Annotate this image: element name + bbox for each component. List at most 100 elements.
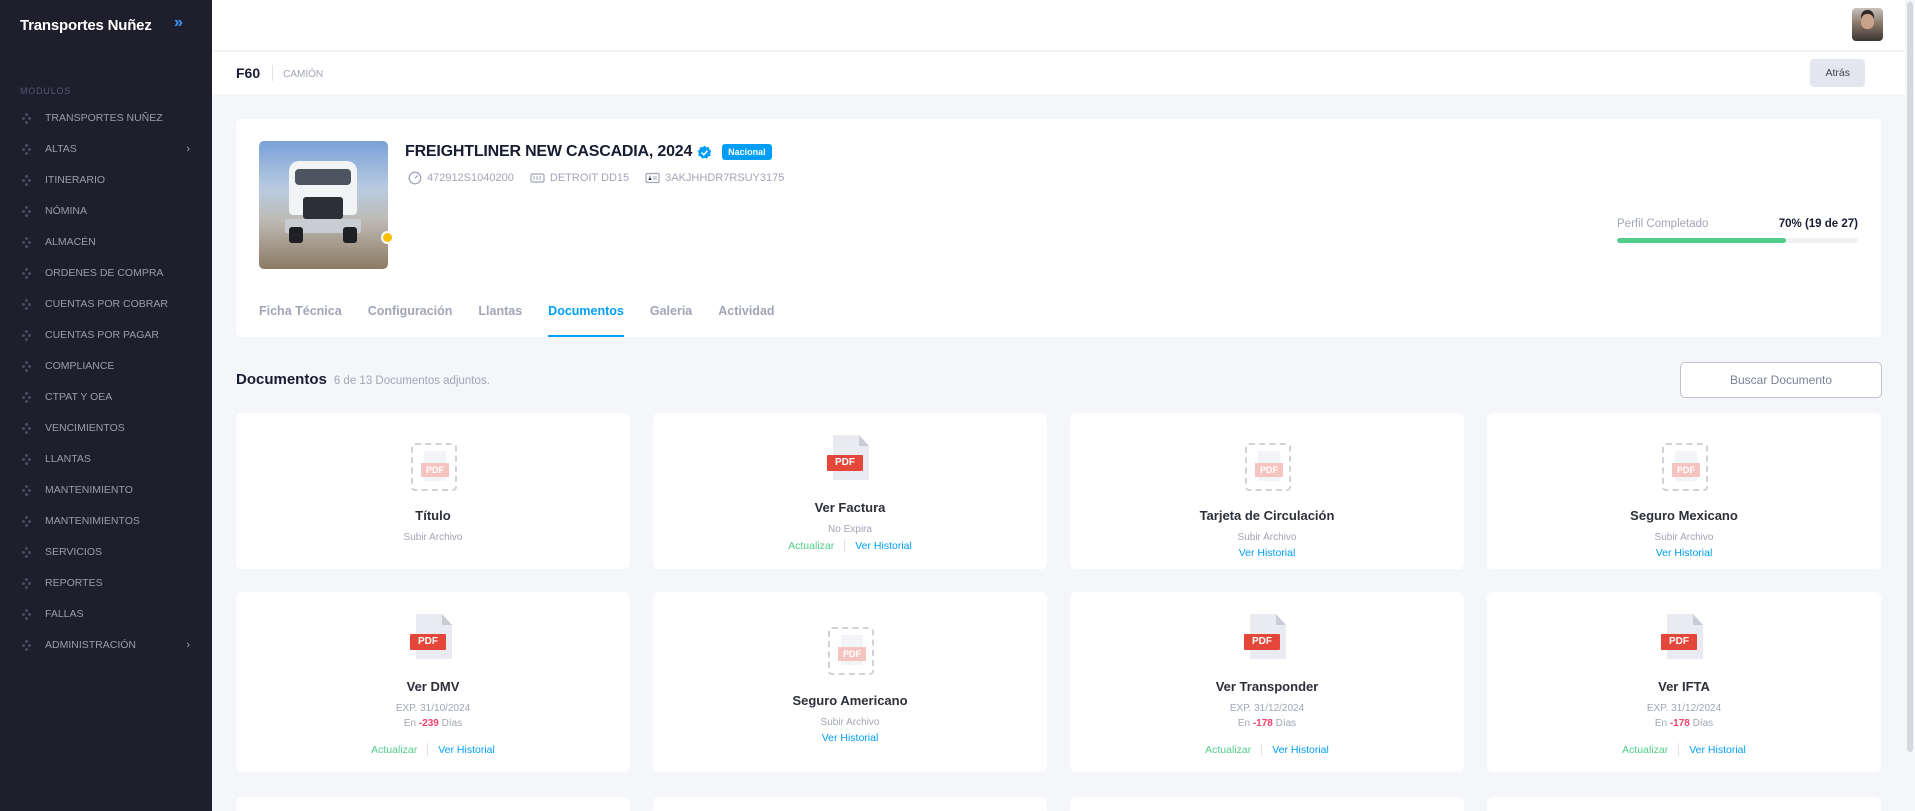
- sidebar-item[interactable]: NÓMINA: [0, 195, 212, 226]
- vehicle-photo[interactable]: [259, 141, 388, 269]
- page-title: F60: [236, 65, 261, 81]
- document-status[interactable]: Subir Archivo: [653, 717, 1047, 728]
- pdf-file-icon[interactable]: PDF: [827, 435, 873, 483]
- pdf-placeholder-icon[interactable]: PDF: [410, 443, 457, 491]
- sidebar-item-label: ALMACÉN: [45, 235, 96, 248]
- sidebar-item-label: ITINERARIO: [45, 173, 106, 186]
- bullet-icon: [22, 112, 32, 124]
- document-card[interactable]: PDF Tarjeta de Circulación Subir Archivo Ve…: [1070, 413, 1464, 569]
- progress-label: Perfil Completado: [1617, 218, 1709, 230]
- sidebar-item[interactable]: MANTENIMIENTO: [0, 474, 212, 505]
- sidebar-item[interactable]: ORDENES DE COMPRA: [0, 257, 212, 288]
- pdf-placeholder-icon[interactable]: PDF: [1661, 443, 1708, 491]
- pdf-placeholder-icon[interactable]: PDF: [827, 627, 874, 675]
- document-status[interactable]: Subir Archivo: [236, 532, 630, 543]
- avatar[interactable]: [1852, 8, 1883, 41]
- history-link[interactable]: Ver Historial: [1239, 547, 1296, 559]
- update-link[interactable]: Actualizar: [788, 540, 834, 552]
- bullet-icon: [22, 329, 32, 341]
- odometer-item: 472912S1040200: [408, 171, 514, 185]
- divider: [1678, 743, 1680, 756]
- vin-item: 3AKJHHDR7RSUY3175: [645, 172, 784, 184]
- bullet-icon: [22, 174, 32, 186]
- sidebar-item-label: CTPAT Y OEA: [45, 390, 113, 403]
- vehicle-type: CAMIÓN: [283, 69, 324, 80]
- sidebar-item-label: ALTAS: [45, 142, 77, 155]
- scrollbar-thumb[interactable]: [1907, 2, 1913, 752]
- sidebar-item-label: FALLAS: [45, 607, 84, 620]
- sidebar-item-label: MANTENIMIENTOS: [45, 514, 140, 527]
- sidebar: Transportes Nuñez » MODULOS TRANSPORTES …: [0, 0, 212, 811]
- sidebar-item[interactable]: CUENTAS POR PAGAR: [0, 319, 212, 350]
- update-link[interactable]: Actualizar: [371, 744, 417, 756]
- document-card[interactable]: PDF Seguro Mexicano Subir Archivo Ver Histo…: [1487, 413, 1881, 569]
- document-card[interactable]: PDF Ver Factura No Expira Actualizar Ver His…: [653, 413, 1047, 569]
- update-link[interactable]: Actualizar: [1205, 744, 1251, 756]
- history-link[interactable]: Ver Historial: [822, 732, 879, 744]
- sidebar-item[interactable]: ALTAS ›: [0, 133, 212, 164]
- tab[interactable]: Llantas: [478, 299, 522, 337]
- pdf-file-icon[interactable]: PDF: [1661, 614, 1707, 662]
- divider: [427, 743, 429, 756]
- scrollbar[interactable]: [1905, 0, 1915, 811]
- search-document-button[interactable]: Buscar Documento: [1680, 362, 1882, 398]
- engine-icon: [530, 173, 545, 183]
- history-link[interactable]: Ver Historial: [1656, 547, 1713, 559]
- history-link[interactable]: Ver Historial: [855, 540, 912, 552]
- sidebar-item[interactable]: ADMINISTRACIÓN ›: [0, 629, 212, 660]
- status-dot: [381, 231, 394, 244]
- documents-summary: 6 de 13 Documentos adjuntos.: [333, 375, 490, 387]
- tab[interactable]: Documentos: [548, 299, 624, 337]
- sidebar-item[interactable]: SERVICIOS: [0, 536, 212, 567]
- document-card[interactable]: PDF Seguro Americano Subir Archivo Ver Hist…: [653, 592, 1047, 772]
- document-card[interactable]: PDF Ver DMV EXP. 31/10/2024 En -239 Días Act…: [236, 592, 630, 772]
- pdf-file-icon[interactable]: PDF: [410, 614, 456, 662]
- sidebar-item[interactable]: VENCIMIENTOS: [0, 412, 212, 443]
- sidebar-item[interactable]: ALMACÉN: [0, 226, 212, 257]
- update-link[interactable]: Actualizar: [1622, 744, 1668, 756]
- sidebar-item[interactable]: REPORTES: [0, 567, 212, 598]
- history-link[interactable]: Ver Historial: [1272, 744, 1329, 756]
- sidebar-item[interactable]: TRANSPORTES NUÑEZ: [0, 102, 212, 133]
- tab[interactable]: Ficha Técnica: [259, 299, 342, 337]
- bullet-icon: [22, 143, 32, 155]
- vin-card-icon: [645, 172, 660, 184]
- back-button[interactable]: Atrás: [1810, 59, 1865, 87]
- documents-next-row: [236, 797, 1882, 811]
- days-remaining: En -239 Días: [403, 718, 463, 729]
- divider: [272, 65, 274, 81]
- divider: [1261, 743, 1263, 756]
- history-link[interactable]: Ver Historial: [438, 744, 495, 756]
- double-chevron-right-icon[interactable]: »: [174, 14, 183, 32]
- document-status[interactable]: Subir Archivo: [1487, 532, 1881, 543]
- document-actions: Ver Historial: [653, 732, 1047, 744]
- sidebar-item-label: VENCIMIENTOS: [45, 421, 125, 434]
- tab[interactable]: Galeria: [650, 299, 692, 337]
- bullet-icon: [22, 484, 32, 496]
- document-actions: Actualizar Ver Historial: [1487, 743, 1881, 756]
- document-card[interactable]: PDF Título Subir Archivo: [236, 413, 630, 569]
- bullet-icon: [22, 577, 32, 589]
- pdf-placeholder-icon[interactable]: PDF: [1244, 443, 1291, 491]
- document-card[interactable]: PDF Ver Transponder EXP. 31/12/2024 En -178…: [1070, 592, 1464, 772]
- sidebar-item[interactable]: FALLAS: [0, 598, 212, 629]
- document-name: Seguro Americano: [792, 693, 908, 708]
- sidebar-item[interactable]: CTPAT Y OEA: [0, 381, 212, 412]
- sidebar-item[interactable]: CUENTAS POR COBRAR: [0, 288, 212, 319]
- document-card[interactable]: PDF Ver IFTA EXP. 31/12/2024 En -178 Días Ac…: [1487, 592, 1881, 772]
- sidebar-item[interactable]: COMPLIANCE: [0, 350, 212, 381]
- sidebar-item-label: COMPLIANCE: [45, 359, 115, 372]
- history-link[interactable]: Ver Historial: [1689, 744, 1746, 756]
- sidebar-item[interactable]: MANTENIMIENTOS: [0, 505, 212, 536]
- sidebar-item-label: MANTENIMIENTO: [45, 483, 133, 496]
- document-actions: Actualizar Ver Historial: [653, 539, 1047, 552]
- document-name: Ver Transponder: [1215, 679, 1319, 694]
- tab[interactable]: Actividad: [718, 299, 774, 337]
- odometer-value: 472912S1040200: [427, 172, 514, 184]
- pdf-file-icon[interactable]: PDF: [1244, 614, 1290, 662]
- tab[interactable]: Configuración: [368, 299, 453, 337]
- sidebar-item[interactable]: ITINERARIO: [0, 164, 212, 195]
- document-status[interactable]: Subir Archivo: [1070, 532, 1464, 543]
- sidebar-item[interactable]: LLANTAS: [0, 443, 212, 474]
- document-status: No Expira: [828, 524, 872, 535]
